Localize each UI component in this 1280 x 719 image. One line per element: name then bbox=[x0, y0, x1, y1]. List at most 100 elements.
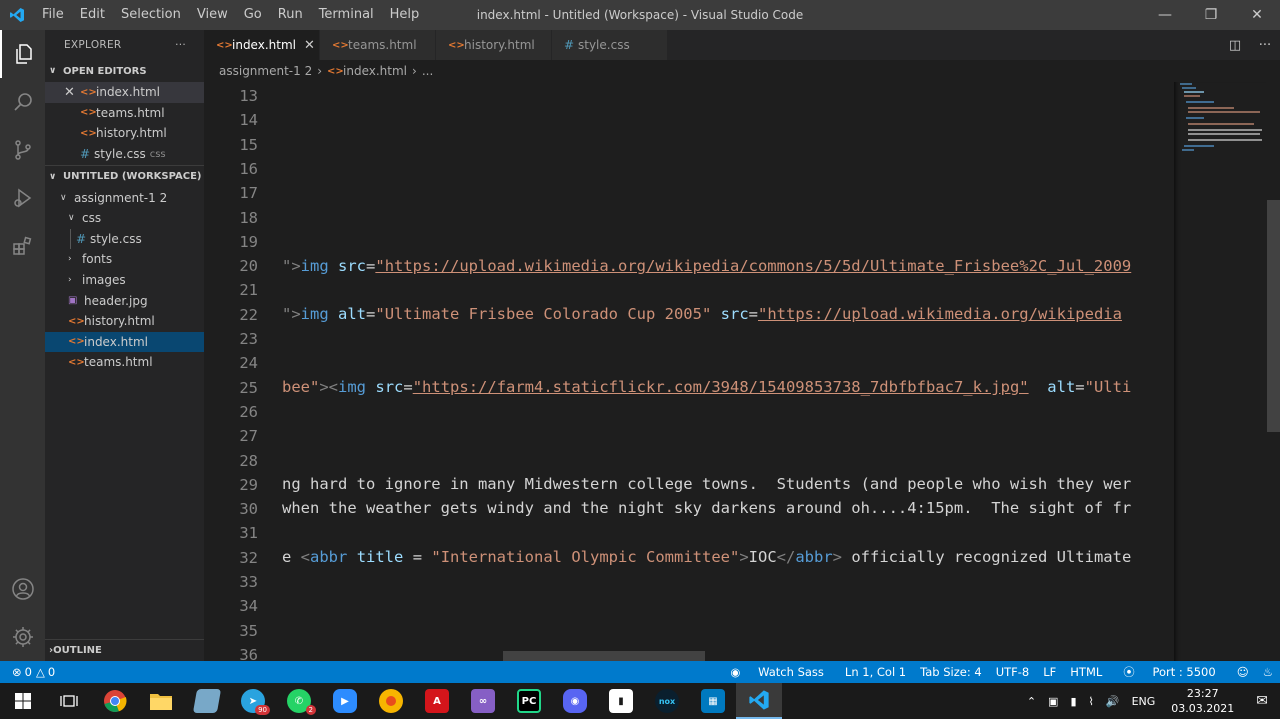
clock-date: 03.03.2021 bbox=[1171, 702, 1235, 715]
end-of-line[interactable]: LF bbox=[1036, 665, 1063, 679]
close-editor-icon[interactable]: ✕ bbox=[64, 85, 80, 100]
vscode-taskbar-icon[interactable] bbox=[736, 683, 782, 719]
chevron-up-icon[interactable]: ⌃ bbox=[1021, 695, 1042, 708]
file-index-html[interactable]: <> index.html bbox=[45, 331, 204, 353]
watch-sass-button[interactable]: ◉ Watch Sass bbox=[716, 665, 838, 679]
broadcast-icon: ⦿ bbox=[1123, 665, 1135, 679]
language-mode[interactable]: HTML bbox=[1063, 665, 1109, 679]
horizontal-scrollbar[interactable] bbox=[503, 651, 705, 661]
file-label: history.html bbox=[96, 126, 167, 141]
breadcrumb-folder[interactable]: assignment-1 2 bbox=[219, 64, 312, 78]
more-tab-actions-icon[interactable]: ··· bbox=[1250, 38, 1280, 53]
tab-size[interactable]: Tab Size: 4 bbox=[913, 665, 989, 679]
terminal-app-icon[interactable]: ▮ bbox=[598, 683, 644, 719]
code-line-25: bee"><img src="https://farm4.staticflick… bbox=[282, 378, 1132, 396]
start-button[interactable] bbox=[0, 683, 46, 719]
file-explorer-icon[interactable] bbox=[138, 683, 184, 719]
minimize-button[interactable]: — bbox=[1142, 0, 1188, 30]
menu-edit[interactable]: Edit bbox=[72, 0, 113, 30]
source-control-icon[interactable] bbox=[0, 126, 45, 174]
problems-indicator[interactable]: ⊗ 0 △ 0 bbox=[0, 665, 55, 679]
menu-help[interactable]: Help bbox=[382, 0, 428, 30]
menu-go[interactable]: Go bbox=[236, 0, 270, 30]
windows-taskbar: ➤ 90 ✆ 2 ▶ A ∞ PC ◉ ▮ nox ▦ ⌃ ▣ ▮ ⌇ 🔊 EN… bbox=[0, 683, 1280, 719]
outline-section[interactable]: › OUTLINE bbox=[45, 639, 204, 661]
folder-css[interactable]: ∨ css bbox=[45, 208, 204, 229]
open-editor-history[interactable]: <> history.html bbox=[45, 123, 204, 144]
open-editors-section[interactable]: ∨ OPEN EDITORS bbox=[45, 60, 204, 82]
task-view-icon[interactable] bbox=[46, 683, 92, 719]
code-editor[interactable]: 13 14 15 16 17 18 19 20 21 22 23 24 25 26 27 28 29 30 31 32… bbox=[204, 82, 1174, 661]
file-style-css[interactable]: # style.css bbox=[45, 228, 204, 250]
menu-terminal[interactable]: Terminal bbox=[311, 0, 382, 30]
accounts-icon[interactable] bbox=[0, 565, 45, 613]
search-icon[interactable] bbox=[0, 78, 45, 126]
live-server-port[interactable]: ⦿ Port : 5500 bbox=[1109, 664, 1229, 680]
input-language[interactable]: ENG bbox=[1126, 695, 1162, 708]
tab-index-html[interactable]: <> index.html ✕ bbox=[204, 30, 320, 60]
clock[interactable]: 23:27 03.03.2021 bbox=[1161, 686, 1244, 716]
tab-teams-html[interactable]: <> teams.html bbox=[320, 30, 436, 60]
workspace-section[interactable]: ∨ UNTITLED (WORKSPACE) bbox=[45, 165, 204, 187]
tab-style-css[interactable]: # style.css bbox=[552, 30, 668, 60]
encoding[interactable]: UTF-8 bbox=[989, 665, 1037, 679]
title-bar: File Edit Selection View Go Run Terminal… bbox=[0, 0, 1280, 30]
telegram-icon[interactable]: ➤ 90 bbox=[230, 683, 276, 719]
close-tab-icon[interactable]: ✕ bbox=[304, 38, 315, 53]
more-actions-icon[interactable]: ··· bbox=[175, 39, 186, 51]
pdf-reader-icon[interactable]: A bbox=[414, 683, 460, 719]
chrome-icon[interactable] bbox=[92, 683, 138, 719]
notepad-icon[interactable] bbox=[184, 683, 230, 719]
whatsapp-icon[interactable]: ✆ 2 bbox=[276, 683, 322, 719]
run-debug-icon[interactable] bbox=[0, 174, 45, 222]
pycharm-icon[interactable]: PC bbox=[506, 683, 552, 719]
open-editor-style[interactable]: # style.css css bbox=[45, 144, 204, 165]
open-editor-teams[interactable]: <> teams.html bbox=[45, 103, 204, 124]
extensions-icon[interactable] bbox=[0, 222, 45, 270]
vertical-scrollbar[interactable] bbox=[1267, 82, 1280, 661]
minimap[interactable] bbox=[1174, 82, 1266, 661]
folder-label: assignment-1 2 bbox=[74, 190, 168, 205]
folder-assignment[interactable]: ∨ assignment-1 2 bbox=[45, 187, 204, 208]
tab-label: history.html bbox=[464, 38, 535, 52]
nox-player-icon[interactable]: nox bbox=[644, 683, 690, 719]
visual-studio-icon[interactable]: ∞ bbox=[460, 683, 506, 719]
volume-icon[interactable]: 🔊 bbox=[1100, 695, 1126, 708]
trello-icon[interactable]: ▦ bbox=[690, 683, 736, 719]
open-editor-index[interactable]: ✕ <> index.html bbox=[45, 82, 204, 103]
battery-icon[interactable]: ▮ bbox=[1064, 695, 1082, 708]
cursor-position[interactable]: Ln 1, Col 1 bbox=[838, 665, 913, 679]
discord-icon[interactable]: ◉ bbox=[552, 683, 598, 719]
menu-run[interactable]: Run bbox=[270, 0, 311, 30]
html-file-icon: <> bbox=[80, 86, 97, 98]
file-history-html[interactable]: <> history.html bbox=[45, 311, 204, 332]
wifi-icon[interactable]: ⌇ bbox=[1083, 695, 1100, 708]
restore-button[interactable]: ❐ bbox=[1188, 0, 1234, 30]
menu-selection[interactable]: Selection bbox=[113, 0, 189, 30]
close-window-button[interactable]: ✕ bbox=[1234, 0, 1280, 30]
menu-file[interactable]: File bbox=[34, 0, 72, 30]
settings-gear-icon[interactable] bbox=[0, 613, 45, 661]
mirror-app-icon[interactable] bbox=[368, 683, 414, 719]
tab-history-html[interactable]: <> history.html bbox=[436, 30, 552, 60]
tab-label: index.html bbox=[232, 38, 296, 52]
feedback-icon[interactable]: ☺ bbox=[1230, 665, 1256, 679]
folder-label: css bbox=[82, 211, 102, 226]
file-header-jpg[interactable]: ▣ header.jpg bbox=[45, 290, 204, 311]
explorer-icon[interactable] bbox=[0, 30, 45, 78]
scrollbar-thumb[interactable] bbox=[1267, 200, 1280, 432]
notifications-bell-icon[interactable]: ♨ bbox=[1256, 665, 1280, 679]
chevron-right-icon: › bbox=[68, 254, 72, 265]
line-number: 17 bbox=[239, 184, 258, 203]
folder-images[interactable]: › images bbox=[45, 270, 204, 291]
action-center-icon[interactable]: ✉ bbox=[1244, 693, 1280, 709]
menu-view[interactable]: View bbox=[189, 0, 236, 30]
zoom-icon[interactable]: ▶ bbox=[322, 683, 368, 719]
folder-fonts[interactable]: › fonts bbox=[45, 249, 204, 270]
file-teams-html[interactable]: <> teams.html bbox=[45, 352, 204, 373]
breadcrumb-file[interactable]: index.html bbox=[343, 64, 407, 78]
tray-app-icon[interactable]: ▣ bbox=[1042, 695, 1064, 708]
split-editor-icon[interactable]: ◫ bbox=[1220, 38, 1250, 53]
breadcrumb-symbol[interactable]: ... bbox=[422, 64, 433, 78]
html-file-icon: <> bbox=[216, 39, 233, 51]
